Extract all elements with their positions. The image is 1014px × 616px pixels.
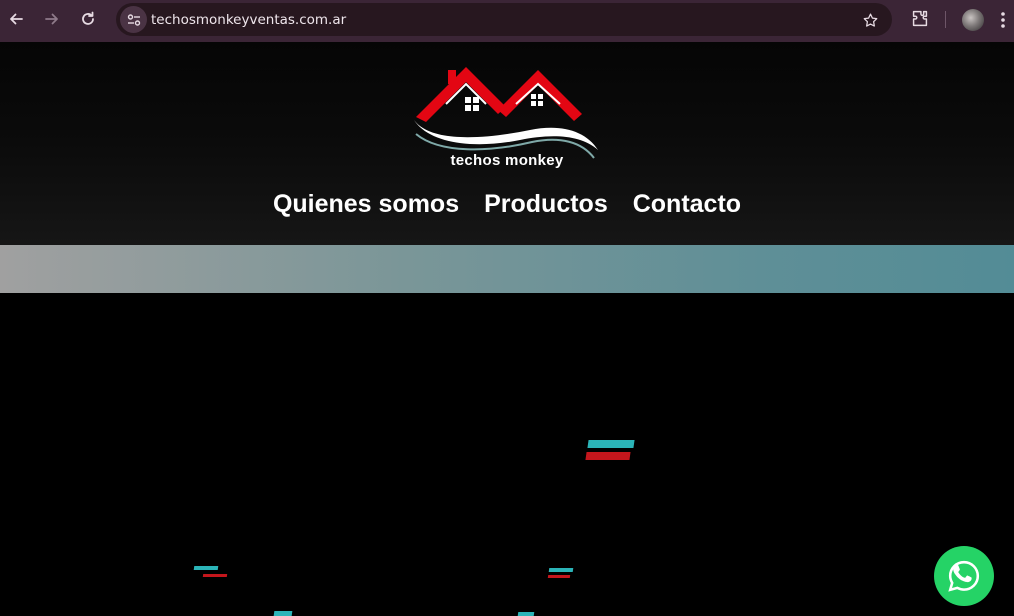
- bookmark-star-icon: [863, 12, 877, 27]
- url-text[interactable]: techosmonkeyventas.com.ar: [151, 12, 346, 28]
- back-button[interactable]: [4, 7, 28, 31]
- glitch-fragment: [202, 574, 228, 577]
- whatsapp-icon: [948, 560, 980, 592]
- logo-text: techos monkey: [450, 152, 564, 169]
- gradient-band: [0, 245, 1014, 293]
- glitch-fragment: [273, 611, 293, 616]
- nav-productos[interactable]: Productos: [484, 190, 608, 219]
- extensions-icon: [912, 10, 928, 27]
- browser-toolbar: techosmonkeyventas.com.ar: [0, 0, 1014, 42]
- glitch-fragment: [547, 575, 571, 578]
- nav-quienes-somos[interactable]: Quienes somos: [273, 190, 459, 219]
- nav-contacto[interactable]: Contacto: [633, 190, 741, 219]
- glitch-fragment: [587, 440, 635, 448]
- extensions-button[interactable]: [909, 8, 931, 30]
- glitch-fragment: [548, 568, 574, 572]
- address-bar[interactable]: techosmonkeyventas.com.ar: [116, 3, 892, 36]
- whatsapp-button[interactable]: [934, 546, 994, 606]
- site-header: techos monkey Quienes somos Productos Co…: [0, 42, 1014, 245]
- main-navigation: Quienes somos Productos Contacto: [0, 190, 1014, 219]
- more-menu-icon: [1001, 12, 1005, 28]
- reload-button[interactable]: [76, 7, 100, 31]
- toolbar-divider: [945, 11, 946, 28]
- forward-arrow-icon: [45, 13, 58, 25]
- forward-button[interactable]: [40, 7, 64, 31]
- hero-section: [0, 293, 1014, 616]
- site-info-icon: [127, 13, 140, 26]
- more-menu-button[interactable]: [1000, 9, 1014, 31]
- glitch-fragment: [517, 612, 535, 616]
- reload-icon: [82, 11, 94, 25]
- back-arrow-icon: [10, 13, 23, 25]
- glitch-fragment: [193, 566, 219, 570]
- glitch-fragment: [585, 452, 631, 460]
- site-info-button[interactable]: [120, 6, 147, 33]
- profile-avatar[interactable]: [962, 9, 984, 31]
- bookmark-button[interactable]: [860, 10, 880, 30]
